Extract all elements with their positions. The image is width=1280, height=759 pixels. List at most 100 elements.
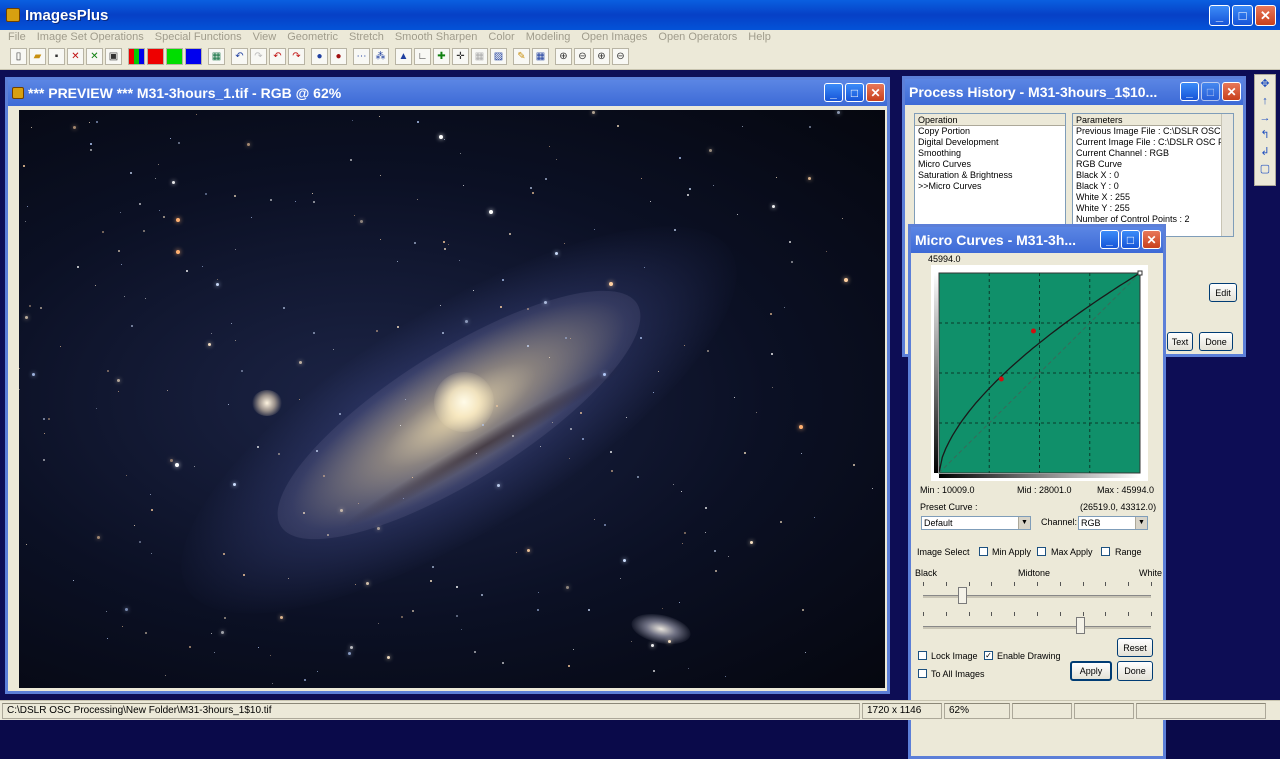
list-item[interactable]: Digital Development <box>915 137 1065 148</box>
midtone-slider-1-thumb[interactable] <box>957 587 967 604</box>
menu-file[interactable]: File <box>8 31 26 43</box>
move-arrows-icon[interactable]: ✥ <box>1256 77 1274 92</box>
history-title-bar[interactable]: Process History - M31-3hours_1$10... _ □… <box>905 79 1243 105</box>
history-close-button[interactable]: ✕ <box>1222 82 1241 101</box>
copy-icon[interactable]: ▣ <box>105 48 122 65</box>
redo-icon[interactable]: ↷ <box>250 48 267 65</box>
min-apply-checkbox[interactable] <box>979 547 988 556</box>
curves-title-bar[interactable]: Micro Curves - M31-3h... _ □ ✕ <box>911 227 1163 253</box>
mask-icon[interactable]: ● <box>311 48 328 65</box>
curves-maximize-button[interactable]: □ <box>1121 230 1140 249</box>
menu-open-images[interactable]: Open Images <box>581 31 647 43</box>
curves-done-button[interactable]: Done <box>1117 661 1153 681</box>
save-icon[interactable]: ▪ <box>48 48 65 65</box>
preview-title-bar[interactable]: *** PREVIEW *** M31-3hours_1.tif - RGB @… <box>8 80 887 106</box>
table-icon[interactable]: ▦ <box>532 48 549 65</box>
apply-button[interactable]: Apply <box>1070 661 1112 681</box>
parameters-list[interactable]: Parameters Previous Image File : C:\DSLR… <box>1072 113 1234 237</box>
preview-window[interactable]: *** PREVIEW *** M31-3hours_1.tif - RGB @… <box>5 77 890 694</box>
dots-icon[interactable]: ⋯ <box>353 48 370 65</box>
turn-down-icon[interactable]: ↲ <box>1256 145 1274 160</box>
menu-open-operators[interactable]: Open Operators <box>658 31 737 43</box>
list-item[interactable]: >>Micro Curves <box>915 181 1065 192</box>
star <box>497 484 500 487</box>
zoom-in-plus-icon[interactable]: ⊕ <box>593 48 610 65</box>
slider-tick <box>1059 612 1061 616</box>
menu-image-set-operations[interactable]: Image Set Operations <box>37 31 144 43</box>
menu-special-functions[interactable]: Special Functions <box>155 31 242 43</box>
preview-maximize-button[interactable]: □ <box>845 83 864 102</box>
image-settings-icon[interactable]: ▨ <box>490 48 507 65</box>
menu-stretch[interactable]: Stretch <box>349 31 384 43</box>
midtone-slider-2-track[interactable] <box>923 626 1151 629</box>
preset-curve-select[interactable]: Default ▼ <box>921 516 1031 530</box>
minimize-button[interactable]: _ <box>1209 5 1230 26</box>
grid-icon[interactable]: ▦ <box>208 48 225 65</box>
range-checkbox[interactable] <box>1101 547 1110 556</box>
history-maximize-button[interactable]: □ <box>1201 82 1220 101</box>
max-apply-checkbox[interactable] <box>1037 547 1046 556</box>
enable-drawing-checkbox[interactable]: ✓ <box>984 651 993 660</box>
mask-red-icon[interactable]: ● <box>330 48 347 65</box>
history-done-button[interactable]: Done <box>1199 332 1233 351</box>
list-item[interactable]: Smoothing <box>915 148 1065 159</box>
crosshair-icon[interactable]: ✛ <box>452 48 469 65</box>
curves-minimize-button[interactable]: _ <box>1100 230 1119 249</box>
turn-left-icon[interactable]: ↰ <box>1256 128 1274 143</box>
midtone-slider-2-thumb[interactable] <box>1076 617 1086 634</box>
chevron-down-icon[interactable]: ▼ <box>1018 517 1030 529</box>
history-minimize-button[interactable]: _ <box>1180 82 1199 101</box>
histogram-icon[interactable]: ▲ <box>395 48 412 65</box>
curve-graph[interactable] <box>931 265 1148 481</box>
menu-color[interactable]: Color <box>488 31 514 43</box>
to-all-images-checkbox[interactable] <box>918 669 927 678</box>
open-folder-icon[interactable]: ▰ <box>29 48 46 65</box>
close-image-icon[interactable]: ✕ <box>67 48 84 65</box>
undo-all-icon[interactable]: ↶ <box>269 48 286 65</box>
axis-icon[interactable]: ∟ <box>414 48 431 65</box>
image-canvas[interactable] <box>19 110 885 688</box>
edit-button[interactable]: Edit <box>1209 283 1237 302</box>
reset-button[interactable]: Reset <box>1117 638 1153 657</box>
app-title-bar[interactable]: ImagesPlus _ □ ✕ <box>0 0 1280 30</box>
list-item[interactable]: Copy Portion <box>915 126 1065 137</box>
lock-image-checkbox[interactable] <box>918 651 927 660</box>
arrow-up-icon[interactable]: ↑ <box>1256 94 1274 109</box>
curves-close-button[interactable]: ✕ <box>1142 230 1161 249</box>
maximize-button[interactable]: □ <box>1232 5 1253 26</box>
zoom-in-icon[interactable]: ⊕ <box>555 48 572 65</box>
rgb-channel-icon[interactable] <box>128 48 145 65</box>
window-icon[interactable]: ▢ <box>1256 162 1274 177</box>
red-channel-icon[interactable] <box>147 48 164 65</box>
list-item[interactable]: Saturation & Brightness <box>915 170 1065 181</box>
micro-curves-window[interactable]: Micro Curves - M31-3h... _ □ ✕ 45994.0 M… <box>908 224 1166 759</box>
pencil-icon[interactable]: ✎ <box>513 48 530 65</box>
star-select-icon[interactable]: ⁂ <box>372 48 389 65</box>
menu-modeling[interactable]: Modeling <box>526 31 571 43</box>
preview-close-button[interactable]: ✕ <box>866 83 885 102</box>
menu-smooth-sharpen[interactable]: Smooth Sharpen <box>395 31 478 43</box>
chevron-down-icon[interactable]: ▼ <box>1135 517 1147 529</box>
close-button[interactable]: ✕ <box>1255 5 1276 26</box>
menu-geometric[interactable]: Geometric <box>287 31 338 43</box>
undo-icon[interactable]: ↶ <box>231 48 248 65</box>
close-all-icon[interactable]: ✕ <box>86 48 103 65</box>
arrow-right-icon[interactable]: → <box>1256 111 1274 126</box>
grid-light-icon[interactable]: ▦ <box>471 48 488 65</box>
blue-channel-icon[interactable] <box>185 48 202 65</box>
parameters-scrollbar[interactable] <box>1221 114 1233 236</box>
menu-view[interactable]: View <box>253 31 277 43</box>
preview-minimize-button[interactable]: _ <box>824 83 843 102</box>
redo-all-icon[interactable]: ↷ <box>288 48 305 65</box>
star <box>25 221 26 222</box>
zoom-out-icon[interactable]: ⊖ <box>574 48 591 65</box>
green-channel-icon[interactable] <box>166 48 183 65</box>
channel-select[interactable]: RGB ▼ <box>1078 516 1148 530</box>
text-button[interactable]: Text <box>1167 332 1193 351</box>
menu-help[interactable]: Help <box>748 31 771 43</box>
new-file-icon[interactable]: ▯ <box>10 48 27 65</box>
operation-list[interactable]: Operation Copy Portion Digital Developme… <box>914 113 1066 225</box>
list-item[interactable]: Micro Curves <box>915 159 1065 170</box>
zoom-out-minus-icon[interactable]: ⊖ <box>612 48 629 65</box>
crosshair-green-icon[interactable]: ✚ <box>433 48 450 65</box>
